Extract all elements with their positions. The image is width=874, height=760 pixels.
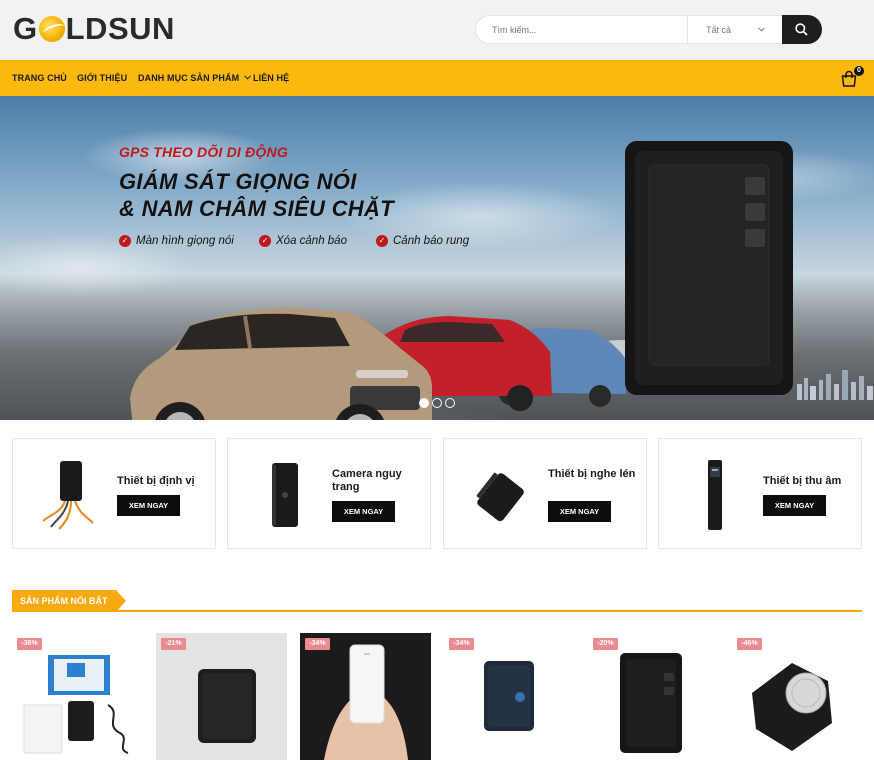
category-select-value: Tất cả (706, 25, 732, 35)
chevron-down-icon (243, 75, 251, 80)
product-image (198, 669, 256, 743)
check-icon: ✓ (376, 235, 388, 247)
nav-item-contact[interactable]: LIÊN HỆ (253, 73, 289, 83)
view-now-button[interactable]: XEM NGAY (548, 501, 611, 522)
product-image (620, 653, 682, 753)
product-card[interactable]: -34% (444, 633, 575, 760)
nav-item-categories[interactable]: DANH MỤC SẢN PHẨM (138, 73, 251, 83)
view-now-button[interactable]: XEM NGAY (117, 495, 180, 516)
chevron-down-icon (758, 24, 765, 34)
slider-dot[interactable] (419, 398, 429, 408)
voice-recorder-image (708, 460, 722, 530)
slider-dot[interactable] (445, 398, 455, 408)
discount-badge: -20% (593, 638, 618, 650)
hero-title-line2: & NAM CHÂM SIÊU CHẶT (119, 196, 394, 221)
product-image (23, 655, 129, 754)
nav-item-about[interactable]: GIỚI THIỆU (77, 73, 127, 83)
sun-logo-icon (38, 16, 65, 42)
listening-device-image (476, 472, 524, 522)
discount-badge: -46% (737, 638, 762, 650)
category-card[interactable]: Thiết bị nghe lén XEM NGAY (443, 438, 647, 549)
discount-badge: -36% (17, 638, 42, 650)
category-select[interactable]: Tất cả (687, 16, 779, 43)
product-card[interactable]: -46% (732, 633, 863, 760)
category-title: Thiết bị thu âm (763, 475, 842, 487)
category-title: Thiết bị định vị (117, 475, 195, 487)
check-icon: ✓ (119, 235, 131, 247)
search-bar: Tất cả (475, 15, 822, 44)
product-image (324, 644, 408, 760)
site-logo[interactable]: G LDSUN (13, 11, 175, 46)
site-header: GLDSUN Tất cả (0, 0, 874, 60)
hero-slider[interactable]: GPS THEO DÕI DI ĐỘNG GIÁM SÁT GIỌNG NÓI … (0, 96, 874, 420)
view-now-button[interactable]: XEM NGAY (763, 495, 826, 516)
nav-item-home[interactable]: TRANG CHỦ (12, 73, 67, 83)
cart-button[interactable]: 0 (840, 66, 864, 88)
view-now-button[interactable]: XEM NGAY (332, 501, 395, 522)
hidden-camera-image (272, 463, 298, 527)
discount-badge: -34% (449, 638, 474, 650)
slider-dots (419, 398, 458, 408)
product-card[interactable]: -20% (588, 633, 719, 760)
product-card[interactable]: -36% (12, 633, 143, 760)
search-icon (795, 23, 808, 36)
gps-device-image (625, 141, 793, 395)
product-image (752, 663, 832, 751)
section-divider (12, 610, 862, 612)
main-nav: TRANG CHỦ GIỚI THIỆU DANH MỤC SẢN PHẨM L… (0, 60, 874, 96)
hero-title-line1: GIÁM SÁT GIỌNG NÓI (119, 169, 357, 194)
gps-tracker-image (42, 461, 94, 530)
slider-dot[interactable] (432, 398, 442, 408)
check-icon: ✓ (259, 235, 271, 247)
discount-badge: -21% (161, 638, 186, 650)
cart-count-badge: 0 (854, 66, 864, 76)
search-button[interactable] (782, 15, 822, 44)
city-skyline-image (797, 370, 873, 400)
hero-feature: ✓ Xóa cảnh báo (259, 235, 347, 247)
hero-subtitle: GPS THEO DÕI DI ĐỘNG (119, 144, 288, 160)
hero-feature: ✓ Cảnh báo rung (376, 235, 469, 247)
category-title: Camera nguy trang (332, 468, 402, 493)
hero-feature: ✓ Màn hình giọng nói (119, 235, 234, 247)
category-title: Thiết bị nghe lén (548, 468, 636, 480)
discount-badge: -34% (305, 638, 330, 650)
category-card[interactable]: Thiết bị định vị XEM NGAY (12, 438, 216, 549)
search-input[interactable] (492, 22, 672, 38)
product-image (484, 661, 534, 731)
category-card[interactable]: Thiết bị thu âm XEM NGAY (658, 438, 862, 549)
product-card[interactable]: -21% (156, 633, 287, 760)
section-heading: SẢN PHẨM NỔI BẬT (12, 590, 125, 612)
category-card[interactable]: Camera nguy trang XEM NGAY (227, 438, 431, 549)
product-card[interactable]: -34% (300, 633, 431, 760)
